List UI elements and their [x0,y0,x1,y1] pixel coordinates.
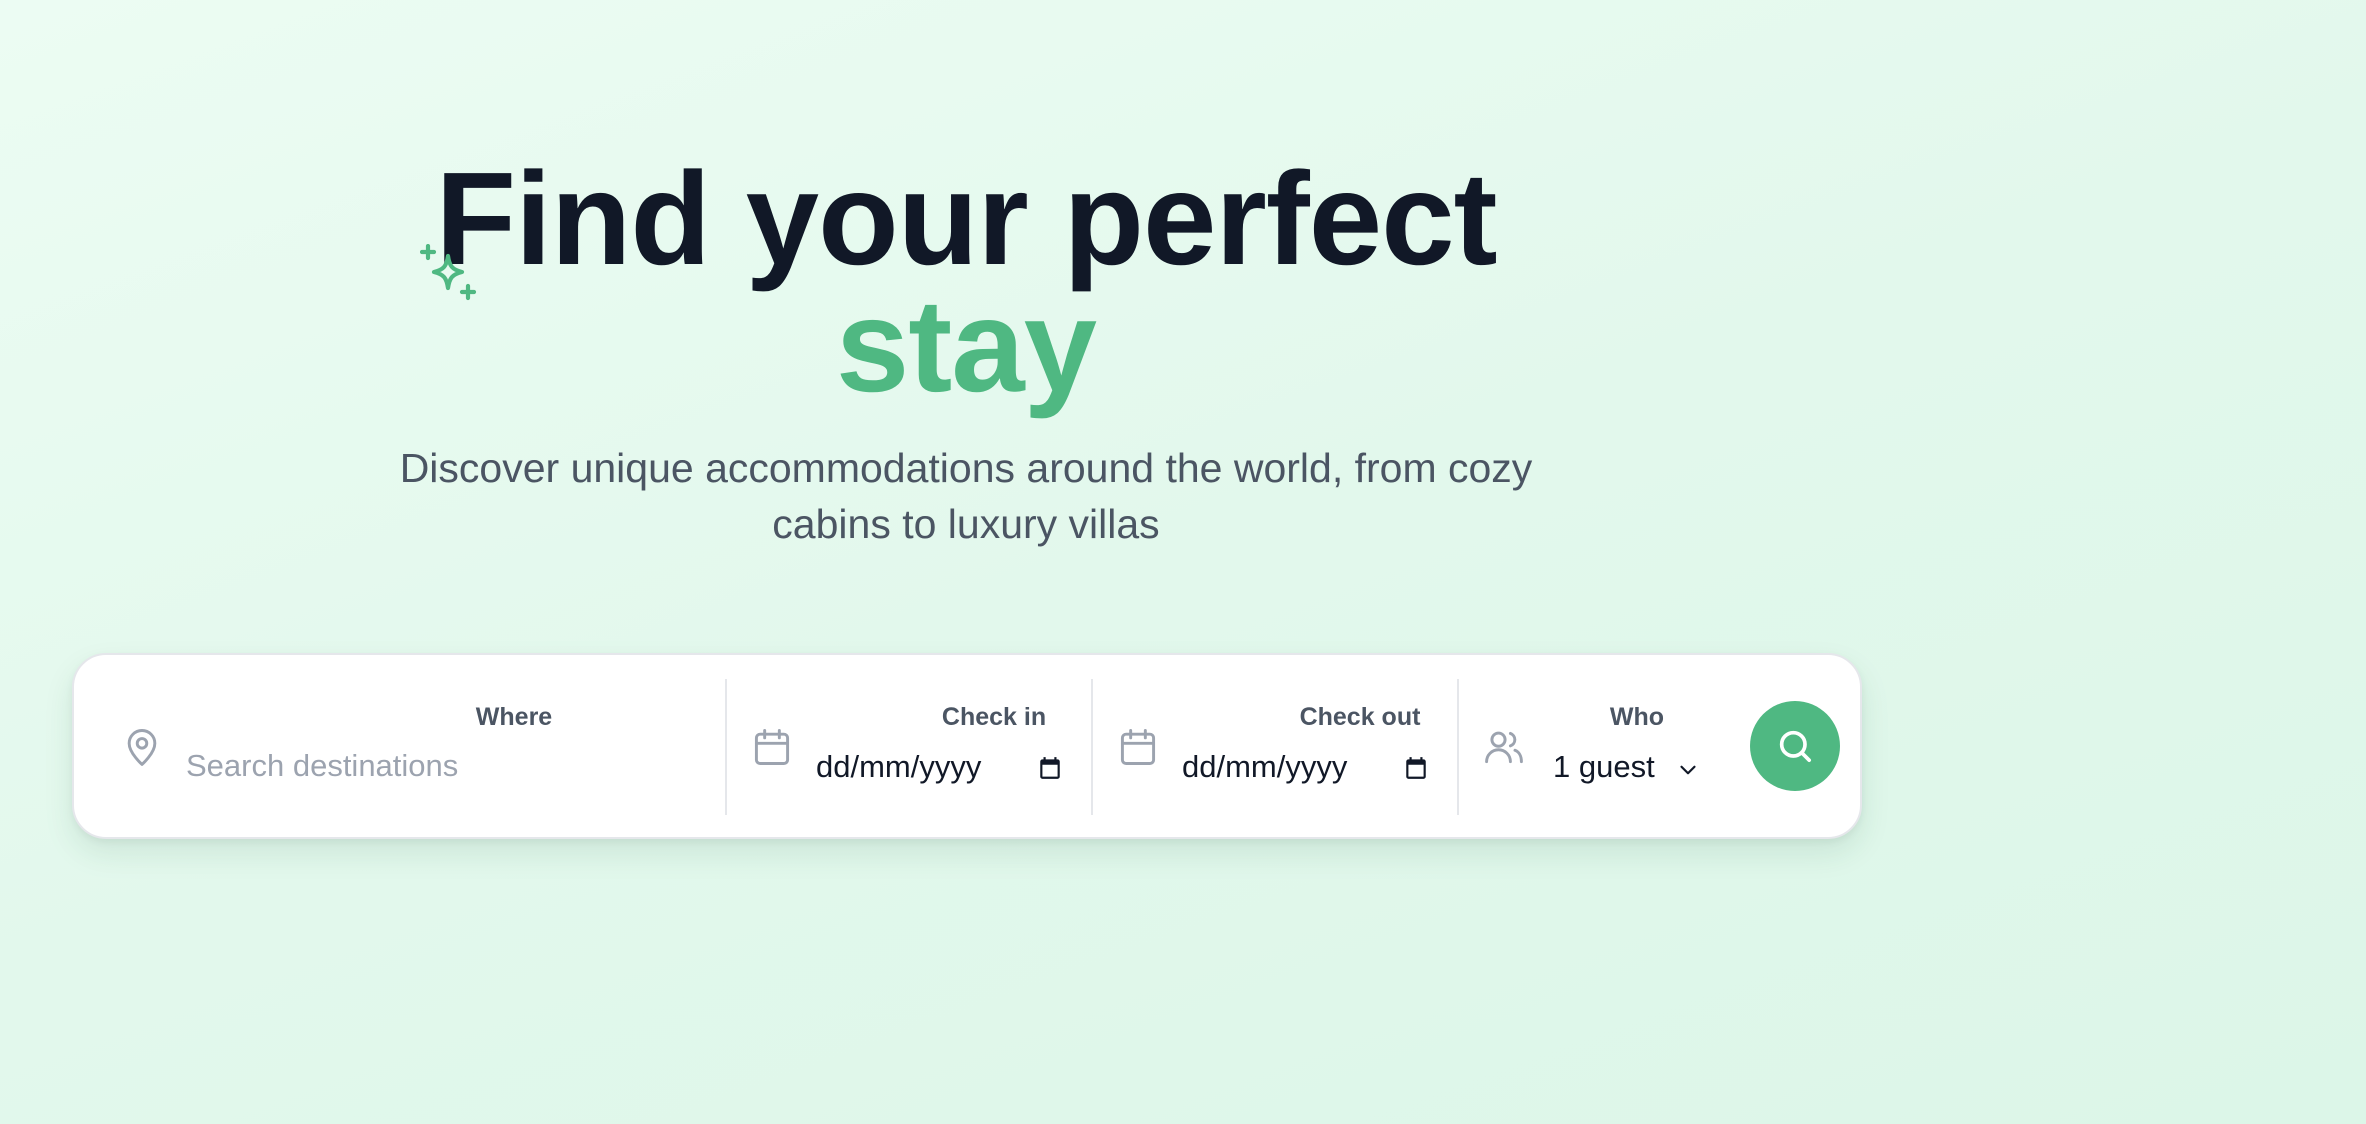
hero-subtitle-line-2: cabins to luxury villas [772,501,1160,547]
search-button[interactable] [1750,701,1840,791]
guests-select[interactable]: 1 guest [1553,749,1655,785]
divider [725,679,727,815]
hero-title-line-1: Find your perfect [435,145,1497,292]
users-icon [1485,731,1523,764]
checkout-label: Check out [1299,703,1421,731]
calendar-icon [754,729,790,765]
where-label: Where [475,703,553,731]
hero-subtitle-line-1: Discover unique accommodations around th… [399,445,1533,491]
who-label: Who [1609,703,1665,731]
checkout-date-input[interactable]: dd/mm/yyyy [1182,749,1347,785]
calendar-icon [1120,729,1156,765]
chevron-down-icon[interactable] [1675,757,1701,783]
hero-subtitle: Discover unique accommodations around th… [360,440,1572,552]
divider [1091,679,1093,815]
calendar-picker-icon[interactable] [1037,755,1063,781]
sparkles-icon [420,244,477,301]
hero-title: Find your perfect stay [0,145,1932,419]
checkin-date-input[interactable]: dd/mm/yyyy [816,749,981,785]
hero-title-accent: stay [835,272,1097,419]
calendar-picker-icon[interactable] [1403,755,1429,781]
where-input[interactable] [186,741,666,791]
checkin-label: Check in [941,703,1047,731]
search-icon [1779,730,1811,762]
map-pin-icon [127,729,157,766]
divider [1457,679,1459,815]
search-bar: Where Check in dd/mm/yyyy Check out dd/m… [72,653,1862,839]
